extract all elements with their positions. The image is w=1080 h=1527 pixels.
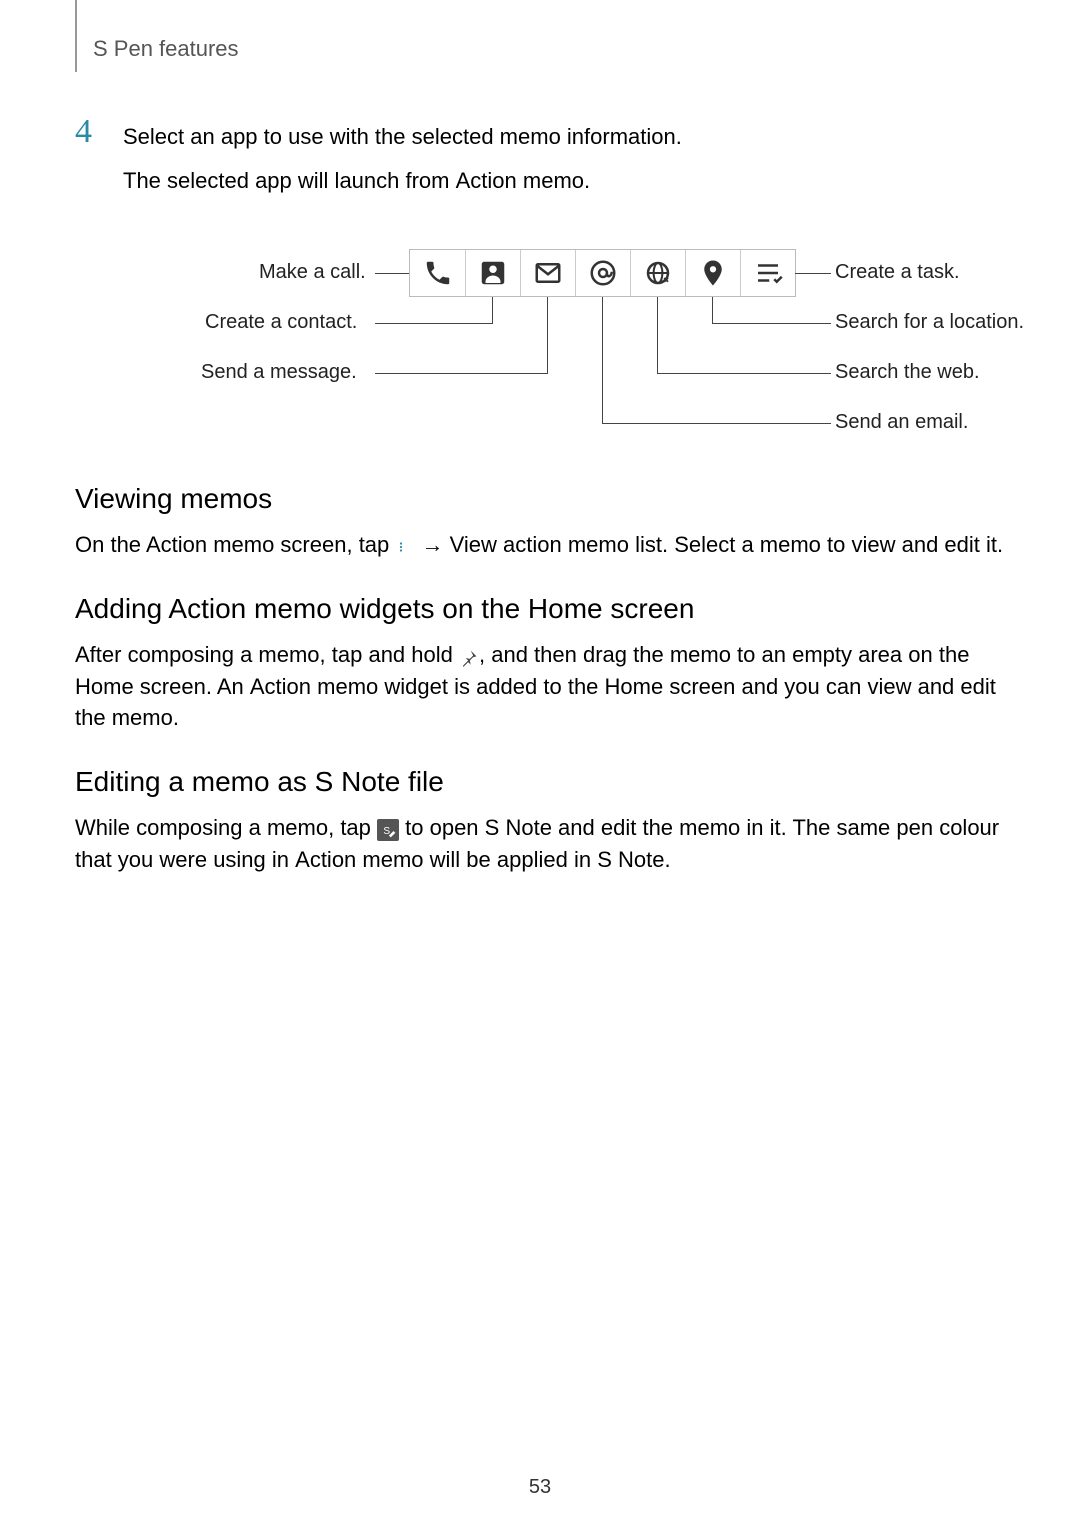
header-title: S Pen features [93, 30, 1010, 62]
icon-toolbar [409, 249, 796, 297]
label-search-web: Search the web. [835, 361, 980, 384]
action-memo-diagram: Make a call. Create a contact. Send a me… [75, 233, 1010, 443]
adding-paragraph: After composing a memo, tap and hold , a… [75, 639, 1010, 735]
line [602, 297, 603, 424]
line [547, 297, 548, 374]
label-send-email: Send an email. [835, 411, 968, 434]
line [375, 373, 548, 374]
label-make-call: Make a call. [259, 261, 366, 284]
editing-paragraph: While composing a memo, tap S to open S … [75, 812, 1010, 876]
step-body: Select an app to use with the selected m… [123, 117, 1010, 209]
label-send-message: Send a message. [201, 361, 357, 384]
web-icon [630, 250, 685, 296]
task-icon [740, 250, 795, 296]
heading-adding-widgets: Adding Action memo widgets on the Home s… [75, 593, 1010, 625]
viewing-paragraph: On the Action memo screen, tap → View ac… [75, 529, 1010, 561]
line [795, 273, 831, 274]
line [657, 297, 658, 374]
step-line-2: The selected app will launch from Action… [123, 165, 1010, 197]
step-number: 4 [75, 115, 105, 149]
step-line-1: Select an app to use with the selected m… [123, 121, 1010, 153]
page-number: 53 [0, 1476, 1080, 1499]
label-create-task: Create a task. [835, 261, 960, 284]
header-accent-bar [75, 0, 77, 72]
label-create-contact: Create a contact. [205, 311, 357, 334]
location-icon [685, 250, 740, 296]
heading-viewing-memos: Viewing memos [75, 483, 1010, 515]
page-header: S Pen features [75, 30, 1010, 72]
line [712, 297, 713, 324]
line [492, 297, 493, 324]
heading-editing-memo: Editing a memo as S Note file [75, 766, 1010, 798]
label-search-location: Search for a location. [835, 311, 1024, 334]
call-icon [410, 250, 465, 296]
more-options-icon [395, 535, 415, 557]
svg-text:S: S [383, 825, 390, 836]
line [375, 273, 409, 274]
email-icon [575, 250, 630, 296]
pin-icon [459, 645, 479, 667]
line [375, 323, 493, 324]
line [602, 423, 831, 424]
step-4: 4 Select an app to use with the selected… [75, 117, 1010, 209]
snote-icon: S [377, 819, 399, 841]
line [657, 373, 831, 374]
contact-icon [465, 250, 520, 296]
line [712, 323, 831, 324]
message-icon [520, 250, 575, 296]
